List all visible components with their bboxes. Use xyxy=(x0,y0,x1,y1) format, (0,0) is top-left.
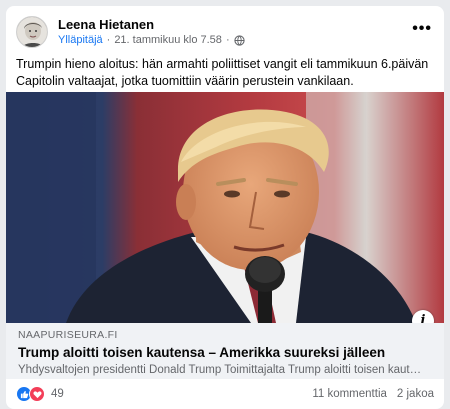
post-image[interactable]: i xyxy=(6,92,444,323)
post-timestamp[interactable]: 21. tammikuu klo 7.58 xyxy=(114,34,222,46)
reaction-count: 49 xyxy=(51,388,64,400)
post-meta: Ylläpitäjä · 21. tammikuu klo 7.58 · xyxy=(58,34,245,46)
engagement-stats: 11 kommenttia 2 jakoa xyxy=(312,388,434,400)
link-preview[interactable]: NAAPURISEURA.FI Trump aloitti toisen kau… xyxy=(6,323,444,379)
globe-icon xyxy=(233,34,245,46)
shares-count[interactable]: 2 jakoa xyxy=(397,388,434,400)
post-header: Leena Hietanen Ylläpitäjä · 21. tammikuu… xyxy=(16,16,434,56)
love-icon xyxy=(29,386,45,402)
link-title[interactable]: Trump aloitti toisen kautensa – Amerikka… xyxy=(18,345,432,360)
post-text: Trumpin hieno aloitus: hän armahti polii… xyxy=(16,57,429,88)
meta-separator: · xyxy=(225,34,230,46)
comments-count[interactable]: 11 kommenttia xyxy=(312,388,387,400)
role-badge[interactable]: Ylläpitäjä xyxy=(58,34,103,46)
reactions-summary[interactable]: 49 xyxy=(16,386,64,402)
post-footer: 49 11 kommenttia 2 jakoa xyxy=(16,385,434,403)
meta-separator: · xyxy=(106,34,111,46)
post-card: Leena Hietanen Ylläpitäjä · 21. tammikuu… xyxy=(6,6,444,409)
author-avatar[interactable] xyxy=(16,16,48,48)
link-domain: NAAPURISEURA.FI xyxy=(18,329,118,341)
more-options-icon[interactable]: ••• xyxy=(412,20,432,38)
author-name[interactable]: Leena Hietanen xyxy=(58,17,154,32)
link-description: Yhdysvaltojen presidentti Donald Trump T… xyxy=(18,364,422,376)
